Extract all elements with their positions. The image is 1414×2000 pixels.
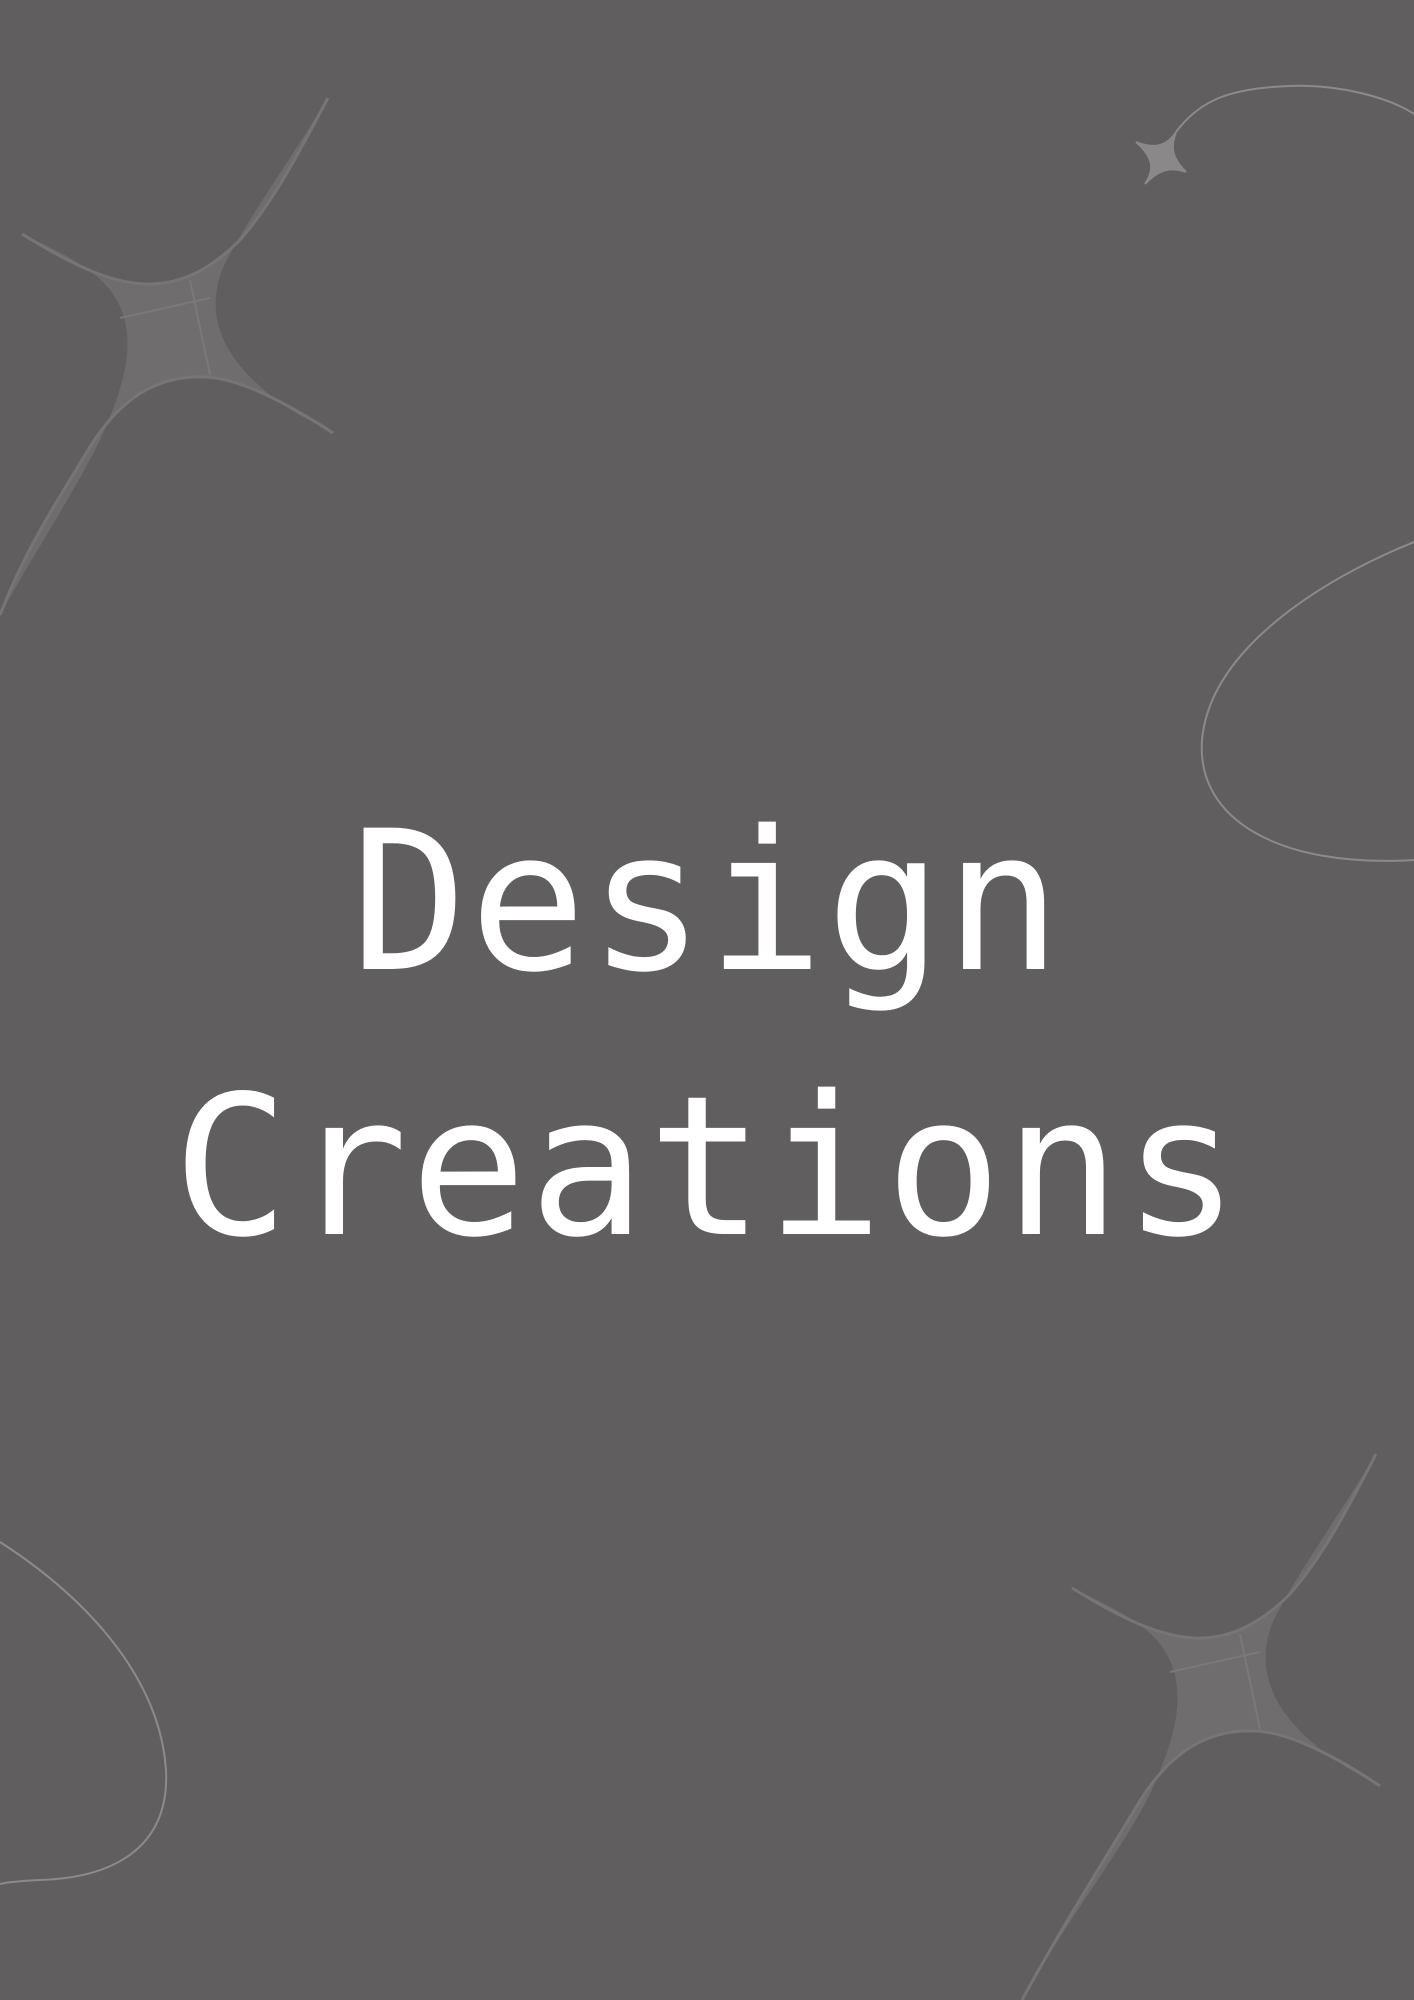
- sparkle-icon: [0, 97, 334, 616]
- title-line-design: Design: [350, 789, 1064, 1015]
- cover-page: Design Creations: [0, 0, 1414, 2000]
- sparkle-icon: [1020, 1453, 1381, 2000]
- small-sparkle-icon: [1135, 131, 1187, 185]
- cover-title: Design Creations: [0, 770, 1414, 1300]
- swirl-line: [1175, 84, 1414, 133]
- swirl-line: [0, 1541, 168, 1885]
- title-line-creations: Creations: [172, 1054, 1242, 1280]
